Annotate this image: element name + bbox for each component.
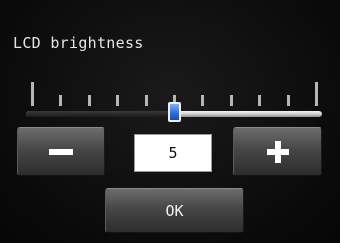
- slider-tick: [144, 95, 148, 106]
- brightness-slider[interactable]: [26, 80, 322, 122]
- brightness-value: 5: [168, 144, 178, 162]
- slider-tick: [31, 82, 34, 106]
- slider-thumb[interactable]: [168, 102, 181, 122]
- plus-icon: [266, 140, 289, 163]
- lcd-brightness-dialog: LCD brightness 5 OK: [0, 0, 340, 243]
- slider-tick: [258, 95, 262, 106]
- dialog-title: LCD brightness: [13, 34, 144, 52]
- slider-tick: [201, 95, 205, 106]
- brightness-value-field: 5: [134, 134, 212, 172]
- ok-button[interactable]: OK: [105, 188, 244, 233]
- minus-icon: [49, 148, 73, 155]
- slider-tick: [286, 95, 290, 106]
- slider-tick: [229, 95, 233, 106]
- slider-tick: [59, 95, 63, 106]
- ok-button-label: OK: [165, 201, 184, 220]
- slider-tick: [116, 95, 120, 106]
- increase-brightness-button[interactable]: [233, 127, 322, 176]
- slider-track-fill: [26, 111, 174, 117]
- decrease-brightness-button[interactable]: [17, 127, 105, 176]
- slider-tick: [87, 95, 91, 106]
- slider-tick: [315, 82, 318, 106]
